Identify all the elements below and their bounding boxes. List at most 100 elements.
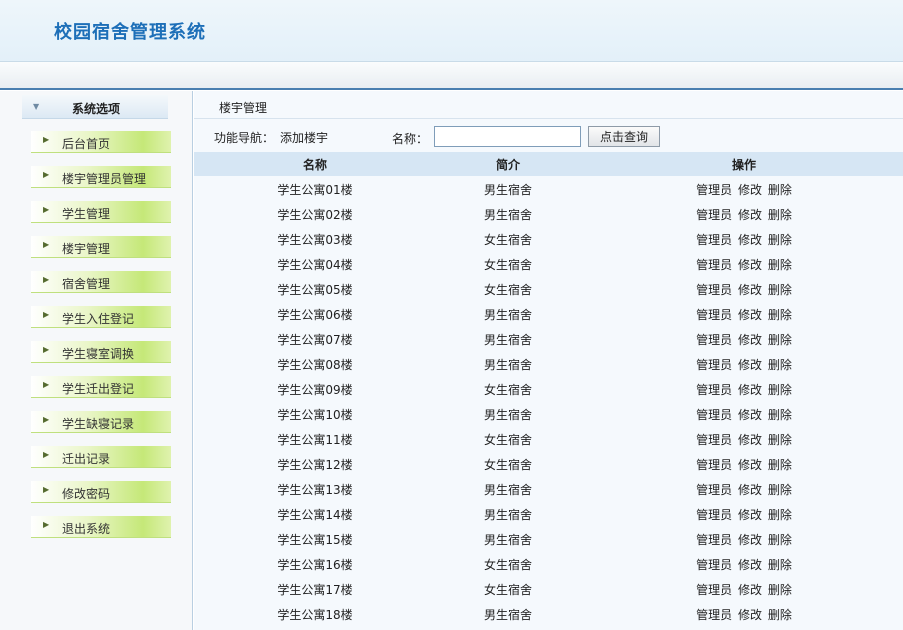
search-button[interactable]: 点击查询 [588,126,660,147]
delete-link[interactable]: 删除 [768,433,792,447]
admin-link[interactable]: 管理员 [696,208,732,222]
sidebar-item-label: 学生迁出登记 [62,382,135,396]
edit-link[interactable]: 修改 [738,483,762,497]
edit-link[interactable]: 修改 [738,183,762,197]
delete-link[interactable]: 删除 [768,408,792,422]
edit-link[interactable]: 修改 [738,408,762,422]
delete-link[interactable]: 删除 [768,333,792,347]
table-row: 学生公寓18楼 男生宿舍 管理员 修改 删除 [194,601,903,626]
delete-link[interactable]: 删除 [768,608,792,622]
breadcrumb: 楼宇管理 [219,101,268,115]
sidebar-item[interactable]: ▶ 学生入住登记 [31,306,171,328]
cell-desc: 男生宿舍 [483,358,532,372]
table-row: 学生公寓07楼 男生宿舍 管理员 修改 删除 [194,326,903,351]
edit-link[interactable]: 修改 [738,358,762,372]
delete-link[interactable]: 删除 [768,383,792,397]
arrow-right-icon: ▶ [43,485,50,494]
search-input[interactable] [434,126,581,147]
edit-link[interactable]: 修改 [738,283,762,297]
edit-link[interactable]: 修改 [738,558,762,572]
admin-link[interactable]: 管理员 [696,458,732,472]
edit-link[interactable]: 修改 [738,333,762,347]
cell-ops: 管理员 修改 删除 [679,431,809,448]
admin-link[interactable]: 管理员 [696,358,732,372]
admin-link[interactable]: 管理员 [696,233,732,247]
admin-link[interactable]: 管理员 [696,533,732,547]
admin-link[interactable]: 管理员 [696,583,732,597]
table-row: 学生公寓09楼 女生宿舍 管理员 修改 删除 [194,376,903,401]
table-row: 学生公寓13楼 男生宿舍 管理员 修改 删除 [194,476,903,501]
edit-link[interactable]: 修改 [738,233,762,247]
edit-link[interactable]: 修改 [738,208,762,222]
delete-link[interactable]: 删除 [768,458,792,472]
delete-link[interactable]: 删除 [768,283,792,297]
sidebar-item[interactable]: ▶ 后台首页 [31,131,171,153]
edit-link[interactable]: 修改 [738,308,762,322]
cell-desc: 女生宿舍 [483,258,532,272]
sidebar-item[interactable]: ▶ 学生管理 [31,201,171,223]
sidebar-header[interactable]: ▼ 系统选项 [22,95,168,119]
delete-link[interactable]: 删除 [768,483,792,497]
edit-link[interactable]: 修改 [738,533,762,547]
edit-link[interactable]: 修改 [738,508,762,522]
table-row: 学生公寓01楼 男生宿舍 管理员 修改 删除 [194,176,903,201]
arrow-right-icon: ▶ [43,275,50,284]
toolbar-strip [0,62,903,90]
edit-link[interactable]: 修改 [738,383,762,397]
admin-link[interactable]: 管理员 [696,383,732,397]
delete-link[interactable]: 删除 [768,183,792,197]
edit-link[interactable]: 修改 [738,583,762,597]
cell-desc: 男生宿舍 [483,183,532,197]
breadcrumb-bar: 楼宇管理 [194,91,903,119]
delete-link[interactable]: 删除 [768,208,792,222]
delete-link[interactable]: 删除 [768,533,792,547]
add-building-link[interactable]: 添加楼宇 [280,129,328,146]
admin-link[interactable]: 管理员 [696,608,732,622]
admin-link[interactable]: 管理员 [696,258,732,272]
edit-link[interactable]: 修改 [738,433,762,447]
edit-link[interactable]: 修改 [738,608,762,622]
sidebar-item[interactable]: ▶ 学生缺寝记录 [31,411,171,433]
cell-name: 学生公寓07楼 [277,333,353,347]
sidebar-item[interactable]: ▶ 宿舍管理 [31,271,171,293]
edit-link[interactable]: 修改 [738,258,762,272]
cell-desc: 女生宿舍 [483,433,532,447]
delete-link[interactable]: 删除 [768,258,792,272]
admin-link[interactable]: 管理员 [696,333,732,347]
sidebar-item[interactable]: ▶ 退出系统 [31,516,171,538]
column-header-desc: 简介 [495,158,520,172]
admin-link[interactable]: 管理员 [696,308,732,322]
sidebar-item-label: 迁出记录 [62,452,111,466]
delete-link[interactable]: 删除 [768,233,792,247]
admin-link[interactable]: 管理员 [696,433,732,447]
sidebar-item[interactable]: ▶ 楼宇管理 [31,236,171,258]
cell-ops: 管理员 修改 删除 [679,231,809,248]
sidebar-item[interactable]: ▶ 楼宇管理员管理 [31,166,171,188]
cell-desc: 女生宿舍 [483,458,532,472]
cell-desc: 女生宿舍 [483,383,532,397]
sidebar-item[interactable]: ▶ 迁出记录 [31,446,171,468]
admin-link[interactable]: 管理员 [696,483,732,497]
sidebar-item[interactable]: ▶ 学生寝室调换 [31,341,171,363]
admin-link[interactable]: 管理员 [696,558,732,572]
delete-link[interactable]: 删除 [768,308,792,322]
delete-link[interactable]: 删除 [768,583,792,597]
cell-name: 学生公寓03楼 [277,233,353,247]
admin-link[interactable]: 管理员 [696,508,732,522]
delete-link[interactable]: 删除 [768,358,792,372]
sidebar-item-label: 学生管理 [62,207,111,221]
cell-ops: 管理员 修改 删除 [679,281,809,298]
delete-link[interactable]: 删除 [768,558,792,572]
admin-link[interactable]: 管理员 [696,283,732,297]
cell-name: 学生公寓14楼 [277,508,353,522]
admin-link[interactable]: 管理员 [696,408,732,422]
cell-ops: 管理员 修改 删除 [679,356,809,373]
delete-link[interactable]: 删除 [768,508,792,522]
admin-link[interactable]: 管理员 [696,183,732,197]
cell-name: 学生公寓09楼 [277,383,353,397]
cell-desc: 男生宿舍 [483,508,532,522]
edit-link[interactable]: 修改 [738,458,762,472]
sidebar-item[interactable]: ▶ 修改密码 [31,481,171,503]
sidebar-item[interactable]: ▶ 学生迁出登记 [31,376,171,398]
arrow-right-icon: ▶ [43,345,50,354]
